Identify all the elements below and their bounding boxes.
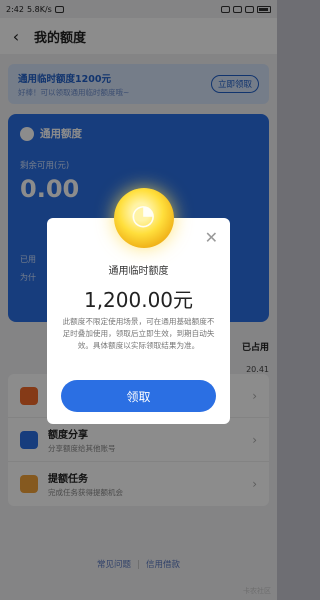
modal-description: 此额度不限定使用场景，可在通用基础额度不足时叠加使用，领取后立即生效，到期自动失… (62, 317, 215, 350)
close-icon[interactable]: ✕ (205, 228, 218, 247)
claim-button[interactable]: 领取 (61, 380, 216, 412)
screen: 2:42 5.8K/s ‹ 我的额度 通用临时额度1200元 好棒！可以领取通用… (0, 0, 277, 600)
modal-amount: 1,200.00元 (83, 288, 194, 312)
claim-modal: ✕ 通用临时额度 1,200.00元 此额度不限定使用场景，可在通用基础额度不足… (47, 218, 230, 424)
coin-icon (114, 188, 174, 248)
modal-title: 通用临时额度 (108, 266, 169, 277)
